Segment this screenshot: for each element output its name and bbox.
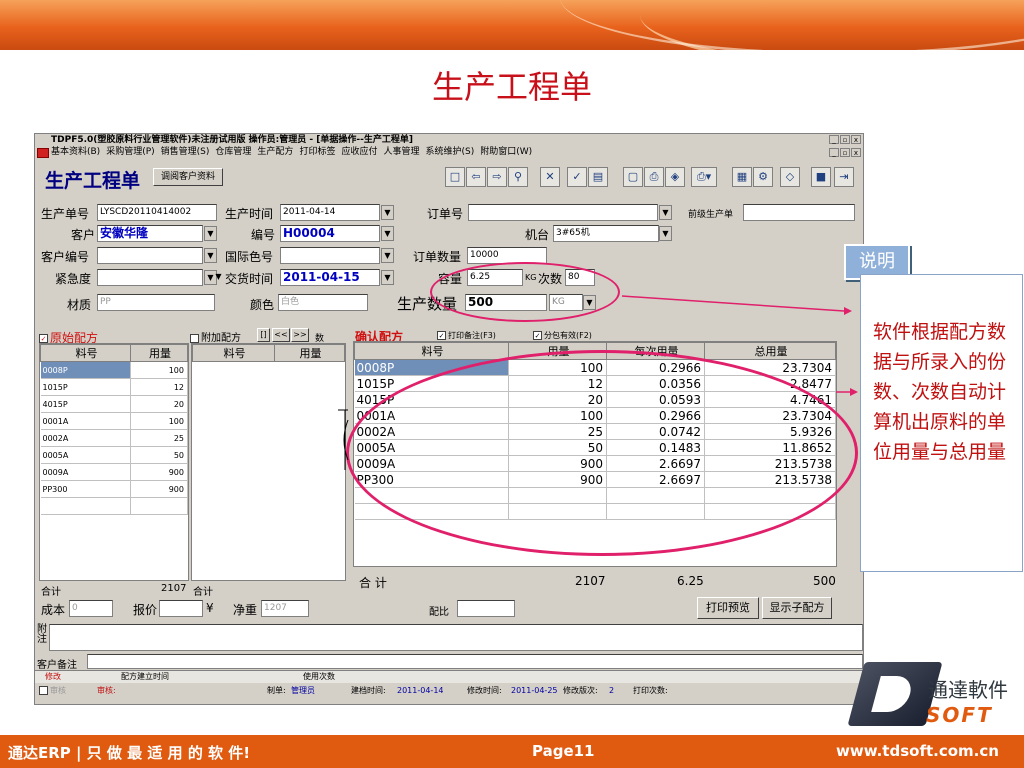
arrow-line xyxy=(621,295,845,312)
footer-page: Page11 xyxy=(532,742,595,760)
note-box: 软件根据配方数据与所录入的份数、次数自动计算机出原料的单位用量与总用量 xyxy=(860,274,1023,572)
footer-slogan: 通达ERP | 只 做 最 适 用 的 软 件! xyxy=(8,744,251,762)
logo-cn-text: 通達軟件 xyxy=(928,678,1008,702)
footer-band: 通达ERP | 只 做 最 适 用 的 软 件! Page11 www.tdso… xyxy=(0,735,1024,768)
bracket-mark xyxy=(338,409,349,470)
logo-en-text: SOFT xyxy=(926,703,993,727)
footer-url: www.tdsoft.com.cn xyxy=(836,742,999,760)
note-text: 软件根据配方数据与所录入的份数、次数自动计算机出原料的单位用量与总用量 xyxy=(873,321,1007,463)
arrow-head xyxy=(850,388,858,396)
arrow-head xyxy=(844,307,852,315)
